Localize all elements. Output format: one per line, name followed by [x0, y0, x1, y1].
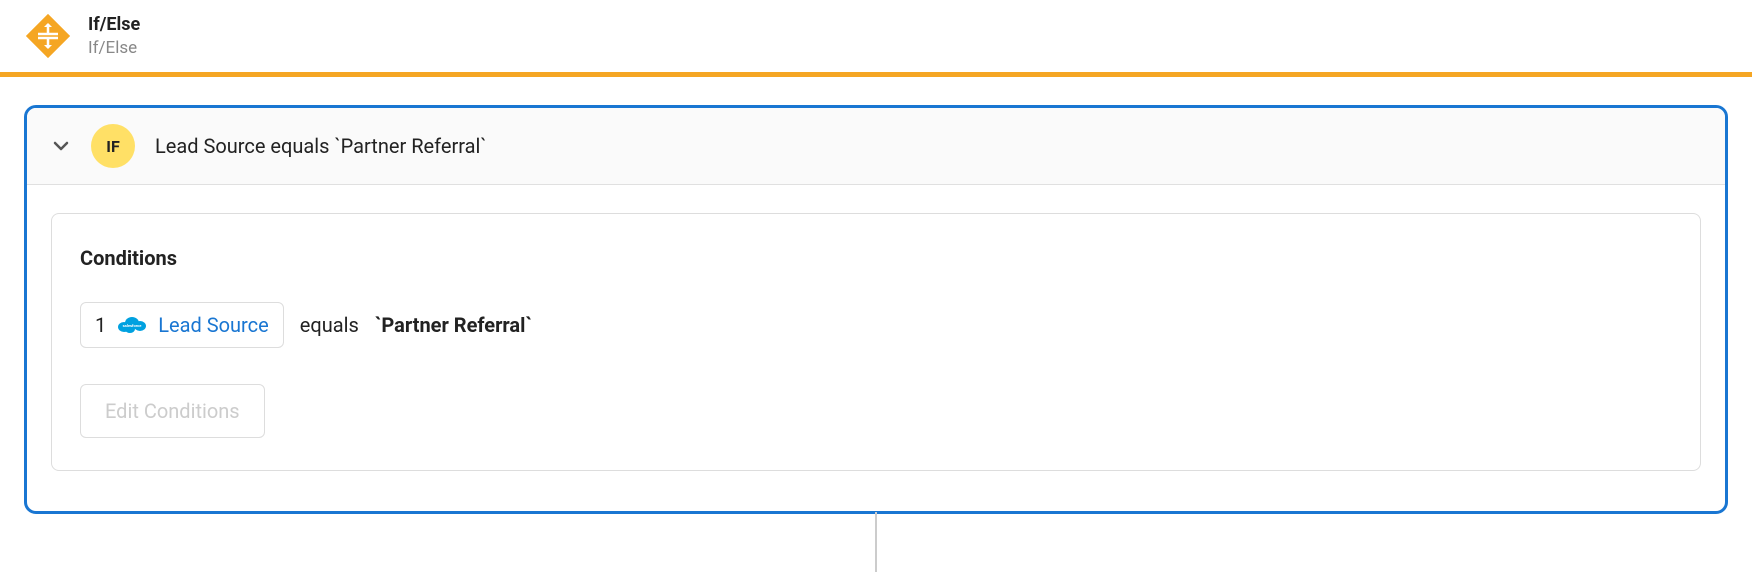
condition-field-chip[interactable]: 1 salesforce Lead Source — [80, 302, 284, 348]
header-title: If/Else — [88, 13, 140, 36]
condition-number: 1 — [95, 313, 106, 337]
condition-value: `Partner Referral` — [375, 313, 532, 337]
condition-field-name: Lead Source — [158, 313, 268, 337]
chevron-down-icon[interactable] — [51, 136, 71, 156]
condition-row: 1 salesforce Lead Source eq — [80, 302, 1672, 348]
header-text-block: If/Else If/Else — [88, 13, 140, 58]
conditions-card: Conditions 1 salesforce — [51, 213, 1701, 471]
panel-header[interactable]: IF Lead Source equals `Partner Referral` — [27, 108, 1725, 185]
edit-conditions-button[interactable]: Edit Conditions — [80, 384, 265, 438]
if-badge: IF — [91, 124, 135, 168]
salesforce-icon: salesforce — [116, 314, 148, 336]
if-else-icon — [24, 12, 72, 60]
panel-body: Conditions 1 salesforce — [27, 185, 1725, 511]
connector-line — [875, 512, 877, 572]
condition-operator: equals — [300, 313, 359, 337]
page-header: If/Else If/Else — [0, 0, 1752, 72]
header-subtitle: If/Else — [88, 37, 140, 59]
panel-summary-text: Lead Source equals `Partner Referral` — [155, 134, 487, 158]
conditions-title: Conditions — [80, 246, 1672, 270]
if-panel: IF Lead Source equals `Partner Referral`… — [24, 105, 1728, 514]
svg-text:salesforce: salesforce — [123, 323, 143, 328]
